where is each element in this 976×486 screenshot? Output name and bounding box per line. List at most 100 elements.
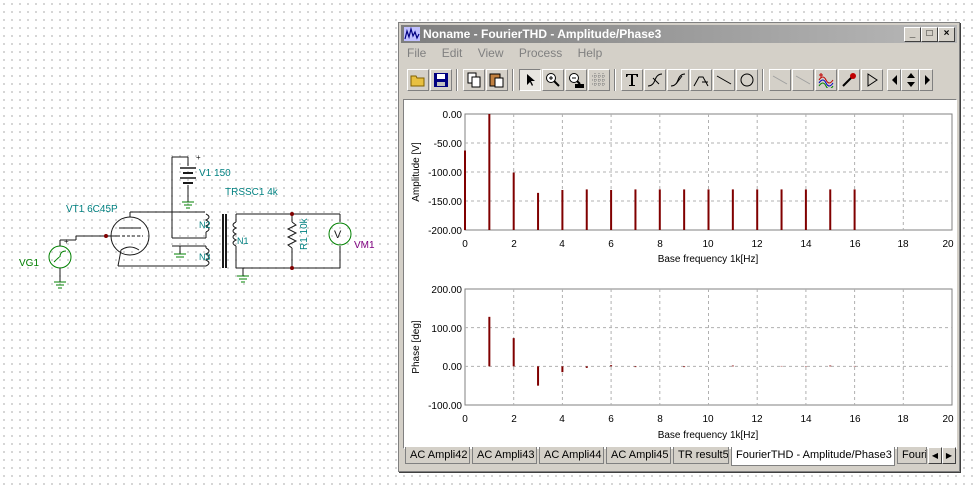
ph-xtick-1: 2 — [511, 414, 517, 425]
arrow-updown-icon — [907, 73, 915, 87]
menu-bar: File Edit View Process Help — [401, 44, 957, 62]
menu-process[interactable]: Process — [519, 46, 562, 60]
zoom-in-button[interactable] — [542, 69, 564, 91]
amp-ytick-2: -100.00 — [428, 168, 462, 179]
amp-xtick-10: 20 — [942, 239, 954, 250]
ph-xtick-6: 12 — [751, 414, 763, 425]
minimize-button[interactable]: _ — [904, 27, 921, 42]
amplitude-y-label: Amplitude [V] — [411, 142, 422, 202]
tab-scroll-left-button[interactable]: ◀ — [928, 447, 942, 464]
text-tool-button[interactable] — [621, 69, 643, 91]
play-button[interactable] — [861, 69, 883, 91]
tab-tr-result5[interactable]: TR result5 — [673, 447, 729, 464]
tab-scroll-right-button[interactable]: ▶ — [942, 447, 956, 464]
amplitude-y-ticks: 0.00 -50.00 -100.00 -150.00 -200.00 — [428, 110, 462, 237]
copy-button[interactable] — [463, 69, 485, 91]
tab-ac-ampli44[interactable]: AC Ampli44 — [539, 447, 604, 464]
vg1-plus-label: + — [64, 237, 69, 246]
save-button[interactable] — [430, 69, 452, 91]
window-titlebar[interactable]: Noname - FourierTHD - Amplitude/Phase3 _… — [401, 25, 957, 43]
phase-y-ticks: 200.00 100.00 0.00 -100.00 — [428, 285, 462, 412]
tab-fourier-thd-active[interactable]: FourierTHD - Amplitude/Phase3 — [731, 447, 895, 466]
ph-ytick-3: -100.00 — [428, 401, 462, 412]
scroll-right-button[interactable] — [919, 69, 933, 91]
disabled-line-icon — [795, 75, 811, 85]
scroll-updown-button[interactable] — [901, 69, 919, 91]
amp-ytick-3: -150.00 — [428, 197, 462, 208]
phase-x-label: Base frequency 1k[Hz] — [658, 430, 759, 441]
tab-fourier-partial[interactable]: Fourie — [897, 447, 927, 464]
v1-plus-label: + — [196, 153, 201, 162]
tab-ac-ampli43[interactable]: AC Ampli43 — [472, 447, 537, 464]
vm1-label: VM1 — [354, 240, 375, 251]
disabled-tool-2-button[interactable] — [792, 69, 814, 91]
amp-xtick-7: 14 — [800, 239, 812, 250]
amp-xtick-9: 18 — [897, 239, 909, 250]
arrow-left-icon — [892, 75, 897, 85]
amp-xtick-1: 2 — [511, 239, 517, 250]
ph-xtick-4: 8 — [657, 414, 663, 425]
cursor-c-icon — [693, 76, 709, 87]
paste-button[interactable] — [486, 69, 508, 91]
amp-xtick-6: 12 — [751, 239, 763, 250]
fourier-plots[interactable]: 0.00 -50.00 -100.00 -150.00 -200.00 0 2 … — [404, 100, 956, 448]
ph-xtick-10: 20 — [942, 414, 954, 425]
ph-xtick-5: 10 — [702, 414, 714, 425]
zoom-100-icon — [569, 73, 584, 88]
curves-icon — [818, 73, 834, 88]
tab-ac-ampli42[interactable]: AC Ampli42 — [405, 447, 470, 464]
plot-area[interactable]: 0.00 -50.00 -100.00 -150.00 -200.00 0 2 … — [403, 99, 957, 449]
tab-ac-ampli45[interactable]: AC Ampli45 — [606, 447, 671, 464]
arrow-pointer-icon — [527, 74, 535, 86]
zoom-in-icon — [546, 73, 560, 87]
scroll-left-button[interactable] — [887, 69, 901, 91]
menu-edit[interactable]: Edit — [442, 46, 463, 60]
cursor-a-button[interactable] — [644, 69, 666, 91]
probe-button[interactable] — [838, 69, 860, 91]
vg1-label: VG1 — [19, 258, 39, 269]
circle-icon — [740, 73, 754, 87]
phase-y-label: Phase [deg] — [411, 320, 422, 374]
menu-view[interactable]: View — [478, 46, 504, 60]
cursor-b-button[interactable] — [667, 69, 689, 91]
cursor-a-icon — [647, 73, 663, 87]
tube-label: VT1 6C45P — [66, 204, 118, 215]
maximize-button[interactable]: □ — [921, 27, 938, 42]
amp-ytick-4: -200.00 — [428, 226, 462, 237]
ph-xtick-3: 6 — [608, 414, 614, 425]
ph-xtick-8: 16 — [849, 414, 861, 425]
zoom-out-button[interactable] — [565, 69, 587, 91]
toolbar — [403, 67, 955, 95]
menu-help[interactable]: Help — [578, 46, 603, 60]
grid-icon — [592, 73, 606, 87]
ph-ytick-0: 200.00 — [431, 285, 462, 296]
ellipse-tool-button[interactable] — [736, 69, 758, 91]
amp-xtick-0: 0 — [462, 239, 468, 250]
amplitude-x-label: Base frequency 1k[Hz] — [658, 254, 759, 265]
grid-button[interactable] — [588, 69, 610, 91]
v1-label: V1 150 — [199, 168, 231, 179]
n3-label: N3 — [199, 252, 211, 262]
ph-xtick-7: 14 — [800, 414, 812, 425]
line-tool-button[interactable] — [713, 69, 735, 91]
ph-xtick-0: 0 — [462, 414, 468, 425]
schematic-canvas[interactable]: + V1 150 TRSSC1 4k VT1 6C45P N2 N1 N3 R1… — [0, 0, 400, 486]
amp-xtick-5: 10 — [702, 239, 714, 250]
disabled-tool-1-button[interactable] — [769, 69, 791, 91]
fourier-window: Noname - FourierTHD - Amplitude/Phase3 _… — [398, 22, 960, 472]
floppy-disk-icon — [434, 73, 448, 87]
close-button[interactable]: × — [938, 27, 955, 42]
amplitude-x-ticks: 0 2 4 6 8 10 12 14 16 18 20 — [462, 239, 954, 250]
ph-xtick-2: 4 — [559, 414, 565, 425]
curves-button[interactable] — [815, 69, 837, 91]
folder-open-icon — [410, 75, 425, 87]
probe-icon — [842, 73, 856, 87]
cursor-c-button[interactable] — [690, 69, 712, 91]
select-pointer-button[interactable] — [519, 69, 541, 91]
n2-label: N2 — [199, 220, 211, 230]
ph-ytick-1: 100.00 — [431, 324, 462, 335]
open-button[interactable] — [407, 69, 429, 91]
ph-ytick-2: 0.00 — [443, 362, 463, 373]
amp-ytick-1: -50.00 — [434, 139, 463, 150]
menu-file[interactable]: File — [407, 46, 426, 60]
